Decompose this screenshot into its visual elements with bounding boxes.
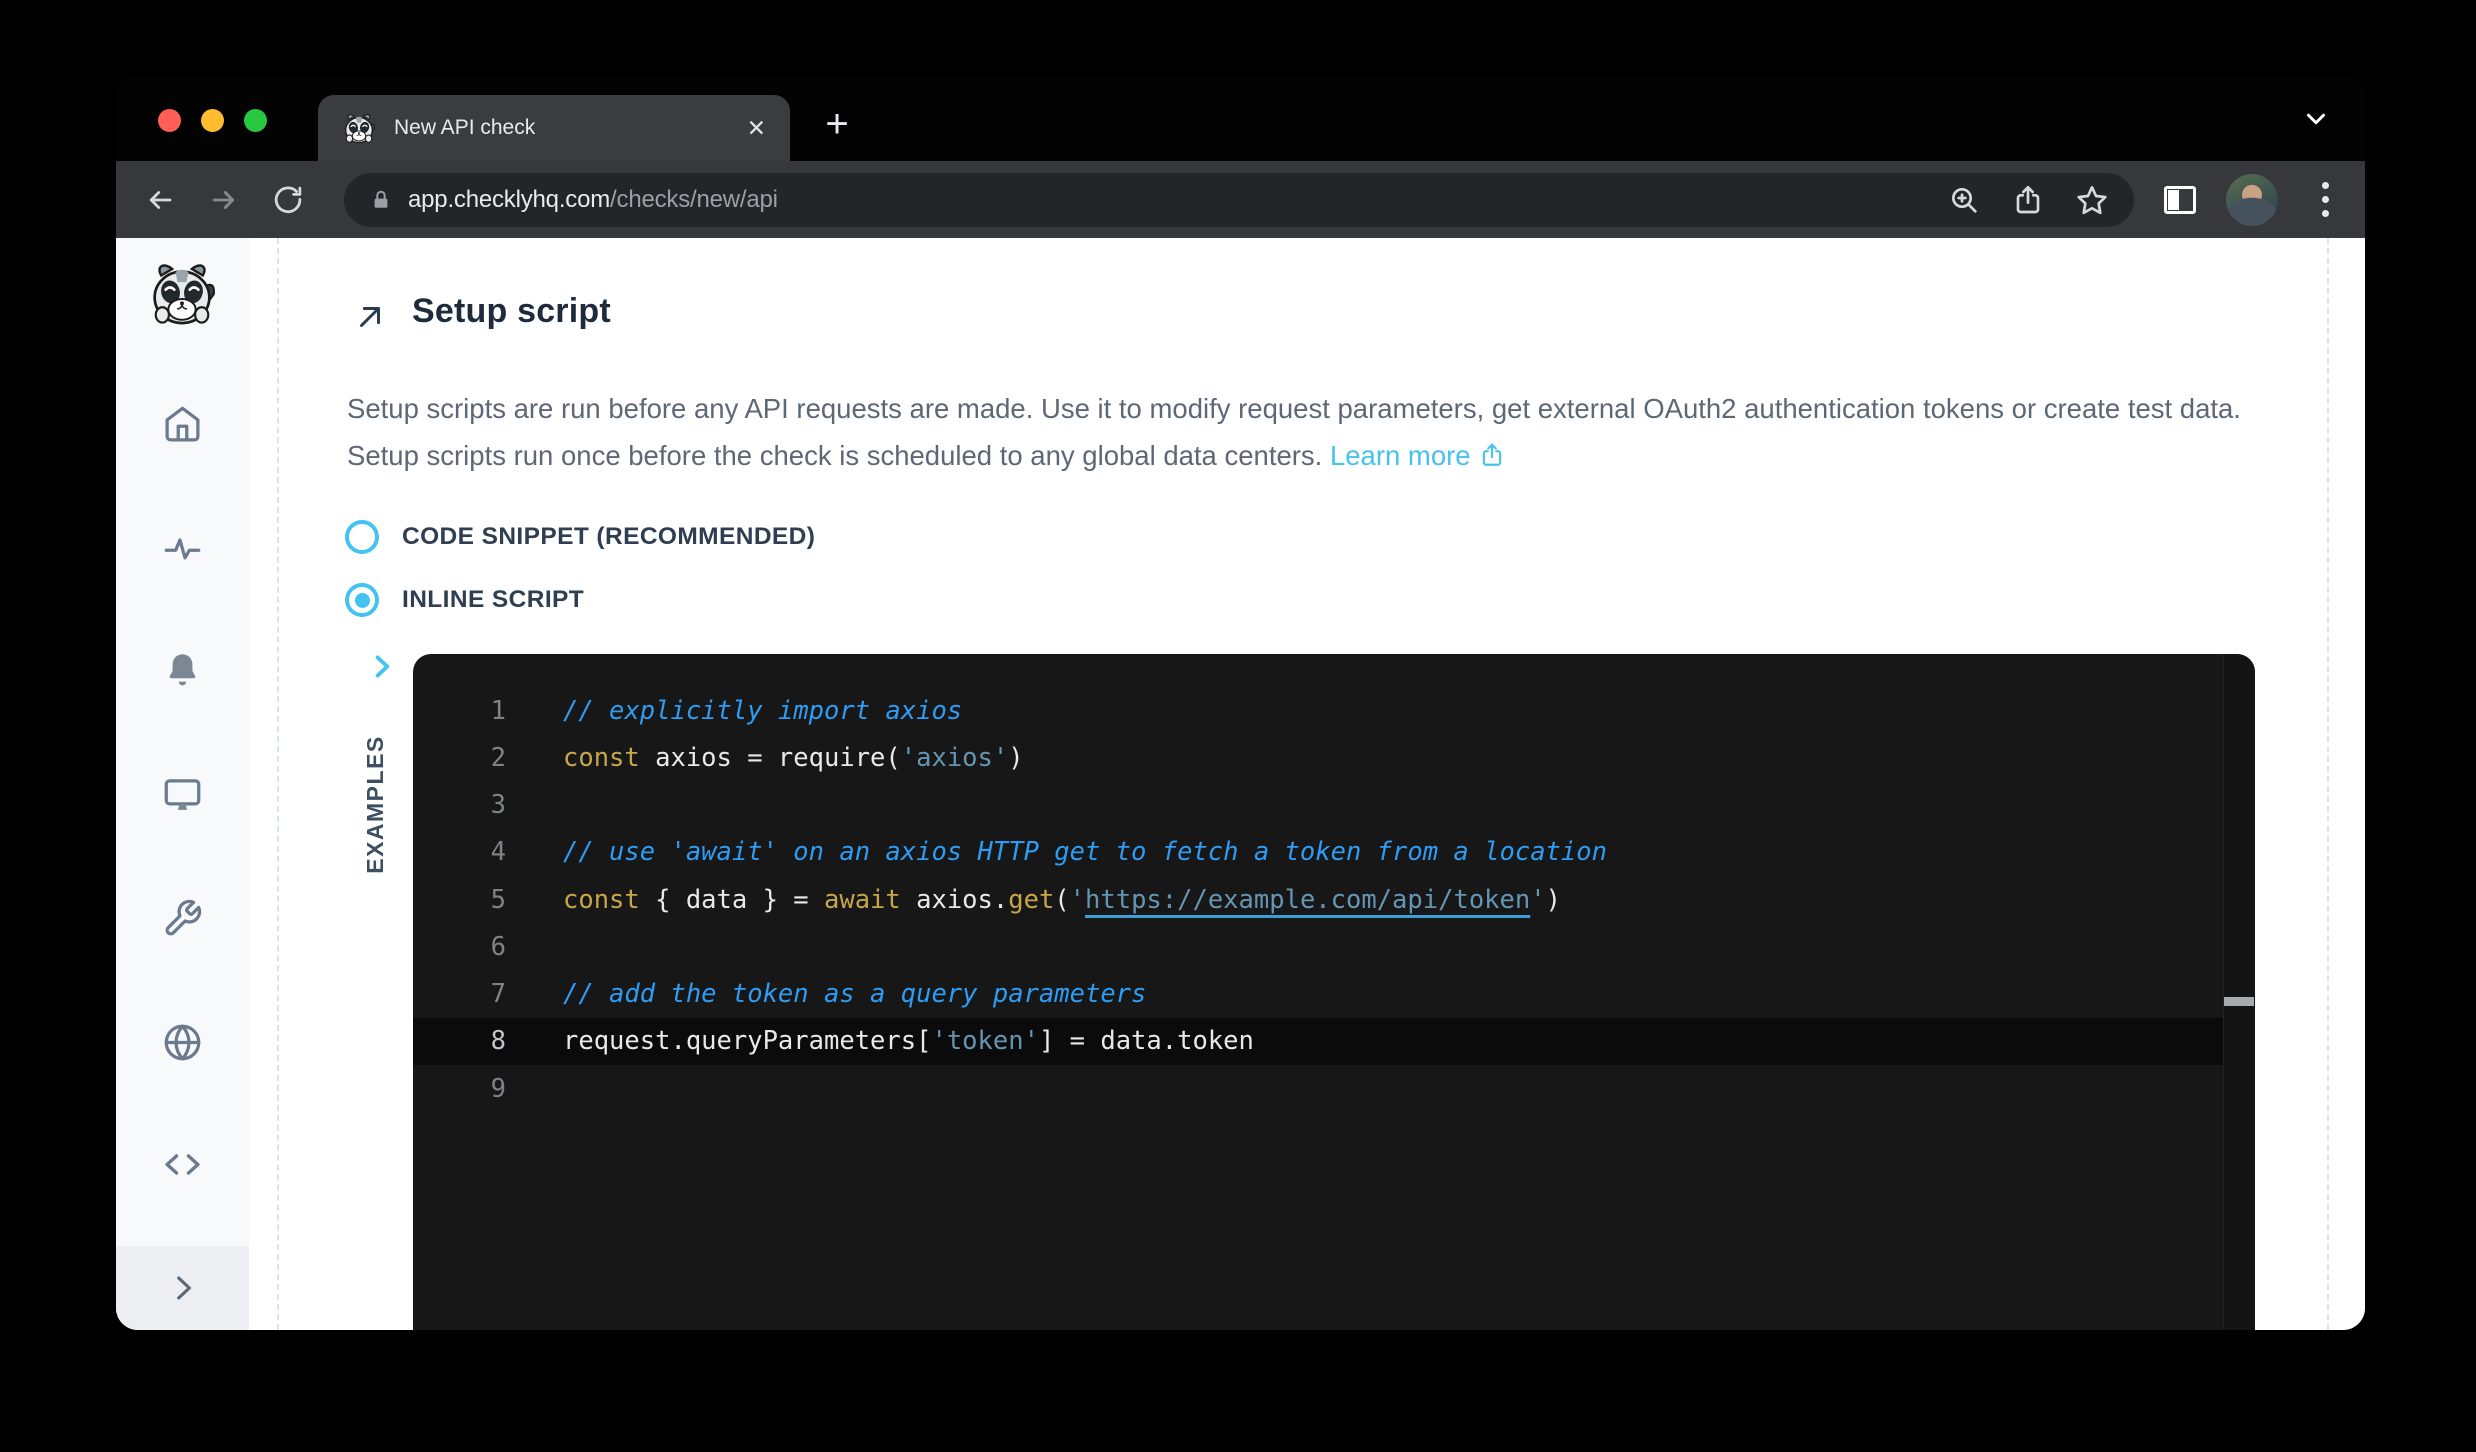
close-window-button[interactable] [158,109,181,132]
maintenance-wrench-icon [162,898,203,939]
expand-chevron-icon [166,1271,200,1305]
url-host: app.checklyhq.com [408,186,610,213]
line-number: 4 [413,837,506,867]
learn-more-link[interactable]: Learn more [1330,440,1471,471]
sidebar-item-dashboards[interactable] [162,774,203,815]
maximize-window-button[interactable] [244,109,267,132]
main-panel: Setup script Setup scripts are run befor… [249,238,2365,1330]
globe-icon [162,1022,203,1063]
section-heading: Setup script [412,292,611,331]
code-text: const axios = require('axios') [563,743,1024,773]
traffic-lights [158,109,267,132]
checkly-logo[interactable] [147,258,217,328]
section-description: Setup scripts are run before any API req… [347,385,2282,479]
sidebar-item-snippets[interactable] [162,1144,203,1185]
radio-label: INLINE SCRIPT [402,586,584,614]
code-line[interactable]: 2 const axios = require('axios') [413,734,2255,781]
sidebar-item-maintenance[interactable] [162,898,203,939]
lock-icon [370,189,392,211]
notifications-bell-icon [162,650,203,691]
code-text: // explicitly import axios [563,696,962,726]
code-text: request.queryParameters['token'] = data.… [563,1026,1254,1056]
share-icon[interactable] [2012,184,2044,216]
code-line[interactable]: 4 // use 'await' on an axios HTTP get to … [413,829,2255,876]
reload-button[interactable] [266,178,310,222]
tab-strip: New API check ✕ + [116,76,2365,161]
address-bar[interactable]: app.checklyhq.com/checks/new/api [344,173,2134,227]
back-button[interactable] [138,178,182,222]
back-arrow-icon [145,185,175,215]
radio-label: CODE SNIPPET (RECOMMENDED) [402,523,815,551]
sidebar-item-home[interactable] [162,404,203,445]
radio-button[interactable] [345,583,379,617]
line-number: 6 [413,932,506,962]
tab-title: New API check [394,116,747,140]
code-line[interactable]: 5 const { data } = await axios.get('https… [413,876,2255,923]
line-number: 5 [413,885,506,915]
sidebar-item-monitoring[interactable] [162,528,203,569]
side-panel-icon [2164,186,2196,214]
sidebar-item-alerts[interactable] [162,650,203,691]
line-number: 7 [413,979,506,1009]
code-line[interactable]: 6 [413,923,2255,970]
checkly-raccoon-icon [342,111,376,145]
profile-avatar[interactable] [2226,174,2278,226]
reload-icon [273,185,303,215]
code-text: // use 'await' on an axios HTTP get to f… [563,837,1607,867]
sidebar-expand-button[interactable] [116,1246,249,1330]
bookmark-star-icon[interactable] [2076,184,2108,216]
examples-panel-label[interactable]: EXAMPLES [362,678,389,931]
code-icon [162,1144,203,1185]
home-icon [162,404,203,445]
browser-window: New API check ✕ + app.checklyhq.com/chec… [116,76,2365,1330]
line-number: 1 [413,696,506,726]
line-number: 2 [413,743,506,773]
code-line[interactable]: 1 // explicitly import axios [413,687,2255,734]
section-arrow-icon [353,300,387,334]
editor-scrollbar[interactable] [2223,654,2255,1330]
radio-button[interactable] [345,520,379,554]
external-link-icon [1479,442,1505,468]
tabstrip-chevron-down-icon[interactable] [2301,104,2331,134]
url-text: app.checklyhq.com/checks/new/api [408,186,778,214]
minimize-window-button[interactable] [201,109,224,132]
browser-tab[interactable]: New API check ✕ [318,95,790,161]
code-line[interactable]: 7 // add the token as a query parameters [413,971,2255,1018]
code-text: const { data } = await axios.get('https:… [563,885,1561,915]
activity-pulse-icon [162,528,203,569]
code-editor[interactable]: 1 // explicitly import axios 2 const axios … [413,654,2255,1330]
side-panel-button[interactable] [2164,186,2196,214]
editor-scrollbar-thumb[interactable] [2224,997,2254,1006]
app-sidebar [116,238,249,1330]
radio-option-inline-script[interactable]: INLINE SCRIPT [345,581,584,619]
line-number: 8 [413,1026,506,1056]
tab-close-icon[interactable]: ✕ [747,117,766,140]
sidebar-item-private-locations[interactable] [162,1022,203,1063]
line-number: 3 [413,790,506,820]
forward-arrow-icon [209,185,239,215]
zoom-in-icon[interactable] [1948,184,1980,216]
forward-button[interactable] [202,178,246,222]
dashed-divider-left [277,238,279,1330]
overflow-menu-button[interactable] [2308,182,2343,217]
line-number: 9 [413,1074,506,1104]
dashed-divider-right [2327,238,2329,1330]
browser-toolbar: app.checklyhq.com/checks/new/api [116,161,2365,238]
code-text: // add the token as a query parameters [563,979,1146,1009]
monitor-icon [162,774,203,815]
code-line[interactable]: 3 [413,782,2255,829]
url-path: /checks/new/api [610,186,778,213]
code-line[interactable]: 8 request.queryParameters['token'] = data… [413,1018,2255,1065]
radio-option-code-snippet[interactable]: CODE SNIPPET (RECOMMENDED) [345,518,815,556]
avatar [2226,174,2278,226]
code-line[interactable]: 9 [413,1065,2255,1112]
new-tab-button[interactable]: + [813,100,861,148]
